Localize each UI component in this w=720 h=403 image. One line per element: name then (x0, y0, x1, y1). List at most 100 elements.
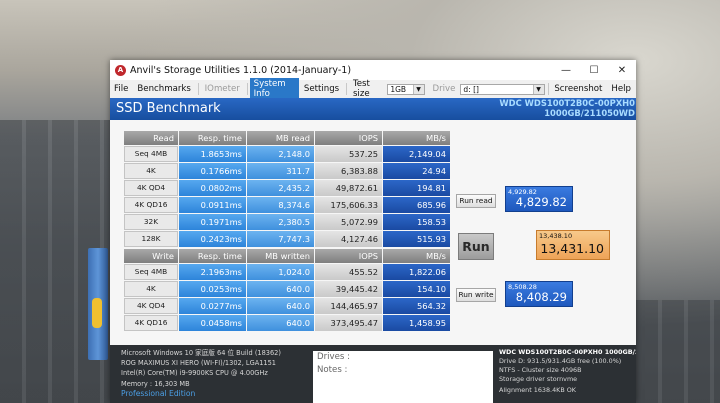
test-row-button[interactable]: 4K QD16 (124, 315, 178, 331)
notes-box[interactable]: Drives : Notes : (313, 351, 493, 403)
result-cell: 0.0911ms (179, 197, 246, 213)
table-header-row: Write Resp. time MB written IOPS MB/s (124, 249, 450, 263)
total-score: 13,438.10 13,431.10 (536, 230, 610, 260)
maximize-button[interactable]: ☐ (580, 65, 608, 76)
test-row-button[interactable]: 4K (124, 163, 178, 179)
result-cell: 455.52 (315, 264, 382, 280)
column-header: MB/s (383, 131, 450, 145)
info-bar: Microsoft Windows 10 家庭版 64 位 Build (183… (110, 345, 636, 403)
read-results-table: Read Resp. time MB read IOPS MB/s Seq 4MB 1.86… (123, 130, 451, 248)
test-row-button[interactable]: Seq 4MB (124, 146, 178, 162)
drive-info: WDC WDS100T2B0C-00PXH0 1000GB/2 Drive D:… (499, 348, 636, 395)
table-row: Seq 4MB 1.8653ms 2,148.0 537.25 2,149.04 (124, 146, 450, 162)
menu-help[interactable]: Help (607, 83, 635, 95)
result-cell: 1,024.0 (247, 264, 314, 280)
result-cell: 6,383.88 (315, 163, 382, 179)
result-cell: 2,149.04 (383, 146, 450, 162)
drive-model-banner: WDC WDS100T2B0C-00PXH0 1000GB/211050WD (499, 98, 635, 118)
column-header: MB/s (383, 249, 450, 263)
table-row: 4K QD4 0.0802ms 2,435.2 49,872.61 194.81 (124, 180, 450, 196)
column-header: Write (124, 249, 178, 263)
column-header: Resp. time (179, 131, 246, 145)
run-write-button[interactable]: Run write (456, 288, 496, 302)
benchmark-header: SSD Benchmark WDC WDS100T2B0C-00PXH0 100… (110, 98, 636, 120)
keyboard-keys-right (636, 300, 720, 403)
result-cell: 537.25 (315, 146, 382, 162)
result-cell: 194.81 (383, 180, 450, 196)
result-cell: 5,072.99 (315, 214, 382, 230)
table-row: 4K QD16 0.0911ms 8,374.6 175,606.33 685.96 (124, 197, 450, 213)
drive-label: Drive (432, 84, 456, 94)
table-row: 4K QD16 0.0458ms 640.0 373,495.47 1,458.95 (124, 315, 450, 331)
result-cell: 24.94 (383, 163, 450, 179)
window-title: Anvil's Storage Utilities 1.1.0 (2014-Ja… (130, 64, 352, 76)
test-row-button[interactable]: 128K (124, 231, 178, 247)
test-row-button[interactable]: 4K QD4 (124, 298, 178, 314)
anvil-app-icon: A (115, 64, 126, 76)
menu-file[interactable]: File (110, 83, 132, 95)
result-cell: 8,374.6 (247, 197, 314, 213)
menu-screenshot[interactable]: Screenshot (550, 83, 606, 95)
result-cell: 2,380.5 (247, 214, 314, 230)
write-results-table: Write Resp. time MB written IOPS MB/s Seq 4MB… (123, 248, 451, 332)
menu-system-info[interactable]: System Info (249, 78, 299, 100)
result-cell: 640.0 (247, 281, 314, 297)
test-row-button[interactable]: Seq 4MB (124, 264, 178, 280)
usb-drive-photo (88, 248, 108, 360)
edition-label: Professional Edition (121, 388, 196, 398)
column-header: Resp. time (179, 249, 246, 263)
column-header: MB written (247, 249, 314, 263)
drive-select[interactable]: d: [] ▼ (460, 83, 545, 95)
minimize-button[interactable]: — (552, 65, 580, 76)
result-cell: 515.93 (383, 231, 450, 247)
table-row: 4K QD4 0.0277ms 640.0 144,465.97 564.32 (124, 298, 450, 314)
result-cell: 0.1971ms (179, 214, 246, 230)
result-cell: 564.32 (383, 298, 450, 314)
column-header: MB read (247, 131, 314, 145)
result-cell: 0.0458ms (179, 315, 246, 331)
column-header: IOPS (315, 249, 382, 263)
chevron-down-icon: ▼ (532, 84, 544, 94)
result-cell: 0.0277ms (179, 298, 246, 314)
result-cell: 1.8653ms (179, 146, 246, 162)
close-button[interactable]: ✕ (608, 65, 636, 76)
result-cell: 640.0 (247, 298, 314, 314)
test-row-button[interactable]: 4K QD16 (124, 197, 178, 213)
table-row: 4K 0.1766ms 311.7 6,383.88 24.94 (124, 163, 450, 179)
test-row-button[interactable]: 4K (124, 281, 178, 297)
table-row: Seq 4MB 2.1963ms 1,024.0 455.52 1,822.06 (124, 264, 450, 280)
benchmark-panel: Read Resp. time MB read IOPS MB/s Seq 4MB 1.86… (110, 120, 636, 345)
result-cell: 154.10 (383, 281, 450, 297)
test-size-label: Test size (352, 79, 370, 99)
menu-bar: File Benchmarks IOmeter System Info Sett… (110, 78, 636, 100)
result-cell: 1,822.06 (383, 264, 450, 280)
test-row-button[interactable]: 4K QD4 (124, 180, 178, 196)
result-cell: 175,606.33 (315, 197, 382, 213)
read-score: 4,929.82 4,829.82 (505, 186, 573, 212)
app-window: A Anvil's Storage Utilities 1.1.0 (2014-… (110, 60, 636, 403)
result-cell: 1,458.95 (383, 315, 450, 331)
result-cell: 4,127.46 (315, 231, 382, 247)
page-title: SSD Benchmark (116, 101, 221, 116)
result-cell: 0.0253ms (179, 281, 246, 297)
table-row: 32K 0.1971ms 2,380.5 5,072.99 158.53 (124, 214, 450, 230)
result-cell: 685.96 (383, 197, 450, 213)
run-button[interactable]: Run (458, 233, 494, 260)
run-read-button[interactable]: Run read (456, 194, 496, 208)
column-header: IOPS (315, 131, 382, 145)
result-cell: 373,495.47 (315, 315, 382, 331)
menu-settings[interactable]: Settings (300, 83, 343, 95)
test-row-button[interactable]: 32K (124, 214, 178, 230)
result-cell: 311.7 (247, 163, 314, 179)
table-row: 4K 0.0253ms 640.0 39,445.42 154.10 (124, 281, 450, 297)
result-cell: 0.0802ms (179, 180, 246, 196)
result-cell: 158.53 (383, 214, 450, 230)
chevron-down-icon: ▼ (412, 84, 424, 94)
result-cell: 0.2423ms (179, 231, 246, 247)
title-bar: A Anvil's Storage Utilities 1.1.0 (2014-… (110, 60, 636, 80)
table-row: 128K 0.2423ms 7,747.3 4,127.46 515.93 (124, 231, 450, 247)
menu-benchmarks[interactable]: Benchmarks (133, 83, 194, 95)
menu-iometer[interactable]: IOmeter (201, 83, 244, 95)
test-size-select[interactable]: 1GB ▼ (387, 83, 425, 95)
result-cell: 2.1963ms (179, 264, 246, 280)
